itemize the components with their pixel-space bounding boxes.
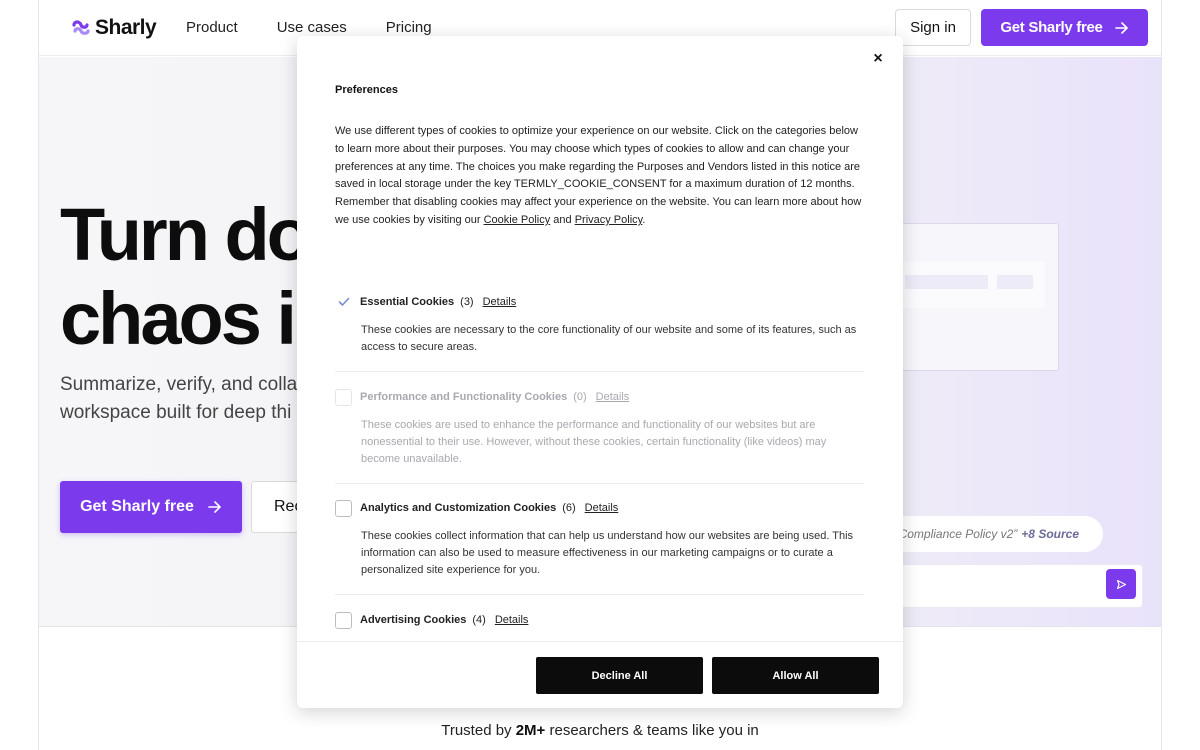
arrow-right-icon xyxy=(1114,21,1128,34)
logo[interactable]: Sharly xyxy=(71,16,157,40)
category-name: Advertising Cookies xyxy=(360,614,467,626)
modal-title: Preferences xyxy=(335,84,398,96)
cookie-category-performance: Performance and Functionality Cookies (0… xyxy=(335,388,864,468)
get-sharly-free-label: Get Sharly free xyxy=(1000,19,1103,36)
nav-item-pricing[interactable]: Pricing xyxy=(386,19,432,36)
essential-checkbox[interactable] xyxy=(335,293,352,311)
mockup-chip-bold: +8 Source xyxy=(1021,527,1079,541)
analytics-checkbox[interactable] xyxy=(335,499,352,517)
details-link[interactable]: Details xyxy=(596,391,630,403)
privacy-policy-link[interactable]: Privacy Policy xyxy=(575,214,643,226)
trusted-by-text: Trusted by 2M+ researchers & teams like … xyxy=(0,722,1200,739)
decline-all-button[interactable]: Decline All xyxy=(536,657,703,694)
mockup-source-chip: “Compliance Policy v2” +8 Source xyxy=(869,516,1103,552)
details-link[interactable]: Details xyxy=(495,614,529,626)
category-count: (4) xyxy=(472,614,486,626)
and-text: and xyxy=(550,213,575,226)
sign-in-button[interactable]: Sign in xyxy=(895,9,971,46)
performance-checkbox[interactable] xyxy=(335,388,352,406)
trusted-count: 2M+ xyxy=(515,722,546,739)
modal-footer: Decline All Allow All xyxy=(297,641,903,708)
category-description: These cookies collect information that c… xyxy=(361,530,854,576)
sharly-logo-icon xyxy=(72,20,90,35)
details-link[interactable]: Details xyxy=(483,296,517,308)
allow-all-button[interactable]: Allow All xyxy=(712,657,879,694)
details-link[interactable]: Details xyxy=(585,502,619,514)
category-description: These cookies are used to enhance the pe… xyxy=(361,419,827,465)
description-text: We use different types of cookies to opt… xyxy=(335,125,862,226)
advertising-checkbox[interactable] xyxy=(335,611,352,629)
mockup-chat-input xyxy=(879,564,1143,608)
trusted-suffix: researchers & teams like you in xyxy=(545,722,759,739)
nav-item-use-cases[interactable]: Use cases xyxy=(277,19,347,36)
divider xyxy=(335,594,864,595)
category-name: Performance and Functionality Cookies xyxy=(360,391,568,403)
nav-item-product[interactable]: Product xyxy=(186,19,238,36)
main-nav: Product Use cases Pricing xyxy=(186,19,432,36)
modal-description: We use different types of cookies to opt… xyxy=(335,123,867,230)
get-sharly-free-button-hero[interactable]: Get Sharly free xyxy=(60,481,242,533)
cookie-policy-link[interactable]: Cookie Policy xyxy=(484,214,551,226)
cookie-category-advertising: Advertising Cookies (4) Details xyxy=(335,611,864,629)
mockup-chip-text: “Compliance Policy v2” xyxy=(894,527,1018,541)
hero-cta-label: Get Sharly free xyxy=(80,498,194,515)
frame-right-line xyxy=(1161,0,1162,750)
mockup-placeholder-bar xyxy=(905,275,988,289)
logo-text: Sharly xyxy=(95,16,157,39)
divider xyxy=(335,371,864,372)
close-icon[interactable]: × xyxy=(869,50,887,68)
send-icon xyxy=(1106,569,1136,599)
mockup-placeholder-bar xyxy=(997,275,1033,289)
checkmark-icon xyxy=(338,297,349,306)
category-name: Essential Cookies xyxy=(360,296,455,308)
category-description: These cookies are necessary to the core … xyxy=(361,324,857,353)
trusted-prefix: Trusted by xyxy=(441,722,516,739)
category-name: Analytics and Customization Cookies xyxy=(360,502,557,514)
period-text: . xyxy=(642,213,646,226)
category-count: (3) xyxy=(460,296,474,308)
hero-subtitle: Summarize, verify, and colla workspace b… xyxy=(60,374,298,423)
arrow-right-icon xyxy=(208,501,221,513)
category-count: (6) xyxy=(562,502,576,514)
divider xyxy=(335,483,864,484)
cookie-category-essential: Essential Cookies (3) Details These cook… xyxy=(335,293,864,356)
cookie-preferences-modal: × Preferences We use different types of … xyxy=(297,36,903,708)
get-sharly-free-button-header[interactable]: Get Sharly free xyxy=(981,9,1148,46)
cookie-category-analytics: Analytics and Customization Cookies (6) … xyxy=(335,499,864,579)
category-count: (0) xyxy=(573,391,587,403)
